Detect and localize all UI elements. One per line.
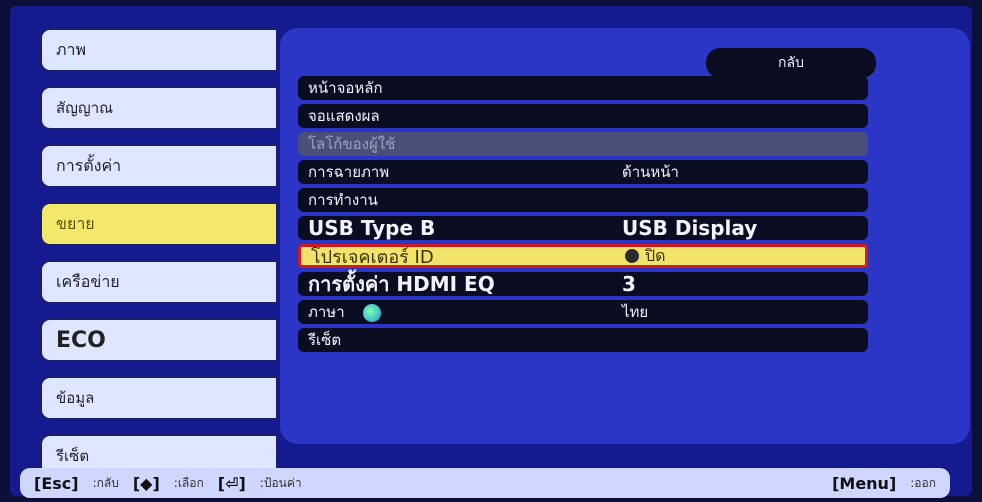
menu-key-desc: :ออก [910,475,936,490]
menu-item-label: การทำงาน [308,191,378,209]
menu-item-value: 3 [622,272,636,296]
projector-menu-frame: ภาพ สัญญาณ การตั้งค่า ขยาย เครือข่าย ECO… [10,6,972,498]
tab-settings[interactable]: การตั้งค่า [40,144,278,188]
menu-item-label: หน้าจอหลัก [308,79,383,97]
menu-item-usb-type-b[interactable]: USB Type B USB Display [298,216,868,240]
tab-network[interactable]: เครือข่าย [40,260,278,304]
menu-item-label: การฉายภาพ [308,163,390,181]
menu-item-label: USB Type B [308,216,436,240]
select-key-desc: :เลือก [173,475,204,490]
globe-icon [363,303,382,322]
menu-key-hint: [Menu] [832,473,897,493]
tab-info[interactable]: ข้อมูล [40,376,278,420]
menu-item-label: โลโก้ของผู้ใช้ [308,135,396,153]
menu-list: หน้าจอหลัก จอแสดงผล โลโก้ของผู้ใช้ การฉา… [298,76,868,356]
status-dot-icon [625,249,639,263]
menu-item-value: ด้านหน้า [622,163,679,181]
menu-item-hdmi-eq[interactable]: การตั้งค่า HDMI EQ 3 [298,272,868,296]
tab-eco[interactable]: ECO [40,318,278,362]
menu-item-projector-id[interactable]: โปรเจคเตอร์ ID ปิด [298,244,868,268]
menu-item-display[interactable]: จอแสดงผล [298,104,868,128]
enter-key-desc: :ป้อนค่า [259,475,302,490]
tab-picture[interactable]: ภาพ [40,28,278,72]
esc-key-hint: [Esc] [34,473,79,493]
menu-item-projection[interactable]: การฉายภาพ ด้านหน้า [298,160,868,184]
menu-item-label: การตั้งค่า HDMI EQ [308,272,495,296]
projector-id-value: ปิด [645,245,666,265]
back-button[interactable]: กลับ [706,48,876,78]
language-label: ภาษา [308,303,345,321]
menu-item-language[interactable]: ภาษา ไทย [298,300,868,324]
menu-item-label: ภาษา [308,300,382,324]
menu-item-operation[interactable]: การทำงาน [298,188,868,212]
menu-item-home-screen[interactable]: หน้าจอหลัก [298,76,868,100]
menu-item-label: รีเซ็ต [308,331,342,349]
menu-item-label: จอแสดงผล [308,107,380,125]
menu-item-value: ปิด [625,244,666,269]
menu-item-reset[interactable]: รีเซ็ต [298,328,868,352]
enter-key-hint: [⏎] [217,473,246,493]
menu-item-user-logo: โลโก้ของผู้ใช้ [298,132,868,156]
esc-key-desc: :กลับ [92,475,119,490]
hint-bar: [Esc] :กลับ [◆] :เลือก [⏎] :ป้อนค่า [Men… [20,468,950,498]
menu-item-label: โปรเจคเตอร์ ID [311,246,434,268]
category-tabs: ภาพ สัญญาณ การตั้งค่า ขยาย เครือข่าย ECO… [40,28,280,492]
tab-signal[interactable]: สัญญาณ [40,86,278,130]
menu-item-value: ไทย [622,303,649,321]
tab-extended[interactable]: ขยาย [40,202,278,246]
select-key-hint: [◆] [132,473,160,493]
menu-item-value: USB Display [622,216,758,240]
